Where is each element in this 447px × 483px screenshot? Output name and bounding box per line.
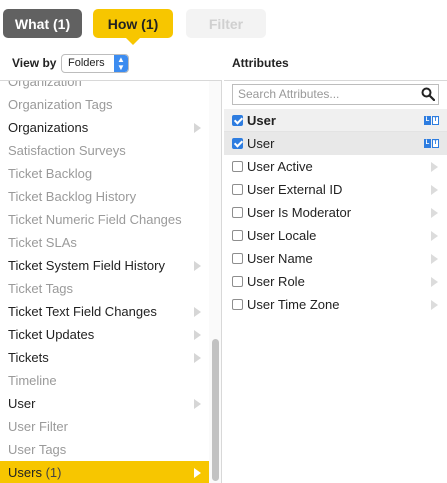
chevron-right-icon[interactable] xyxy=(431,300,438,310)
folder-item-users[interactable]: Users (1) xyxy=(0,461,209,483)
attribute-label: User Active xyxy=(247,159,313,174)
tab-filter[interactable]: Filter xyxy=(186,9,266,38)
attributes-header: Attributes xyxy=(232,56,289,70)
folder-item-label: Satisfaction Surveys xyxy=(8,143,126,158)
folder-item-label: Ticket SLAs xyxy=(8,235,77,250)
attribute-item-user-external-id[interactable]: User External ID xyxy=(224,178,447,201)
folder-item-ticket-backlog[interactable]: Ticket Backlog xyxy=(0,162,209,185)
chevron-right-icon[interactable] xyxy=(431,254,438,264)
attribute-label: User Time Zone xyxy=(247,297,340,312)
chevron-right-icon[interactable] xyxy=(194,330,201,340)
chevron-right-icon[interactable] xyxy=(194,261,201,271)
folder-item-ticket-system-field-history[interactable]: Ticket System Field History xyxy=(0,254,209,277)
chevron-right-icon[interactable] xyxy=(431,231,438,241)
attribute-item-user[interactable]: User L T xyxy=(224,132,447,155)
folder-item-label: User Filter xyxy=(8,419,68,434)
folder-scrollbar-thumb[interactable] xyxy=(212,339,219,481)
attribute-label: User External ID xyxy=(247,182,343,197)
folder-item-tickets[interactable]: Tickets xyxy=(0,346,209,369)
attribute-label: User Name xyxy=(247,251,313,266)
attribute-label: User Role xyxy=(247,274,305,289)
search-attributes-input[interactable]: Search Attributes... xyxy=(232,84,439,105)
search-icon[interactable] xyxy=(421,87,435,101)
folder-item-label: Ticket Text Field Changes xyxy=(8,304,157,319)
folder-item-label: Timeline xyxy=(8,373,57,388)
folder-item-ticket-updates[interactable]: Ticket Updates xyxy=(0,323,209,346)
folder-item-label: User xyxy=(8,396,36,411)
tab-how[interactable]: How (1) xyxy=(93,9,173,38)
attribute-item-user-role[interactable]: User Role xyxy=(224,270,447,293)
view-by-label: View by xyxy=(12,56,57,70)
chevron-right-icon[interactable] xyxy=(194,353,201,363)
folder-item-organizations[interactable]: Organizations xyxy=(0,116,209,139)
tab-what[interactable]: What (1) xyxy=(3,9,82,38)
attribute-checkbox[interactable] xyxy=(232,299,243,310)
attribute-checkbox[interactable] xyxy=(232,276,243,287)
attribute-item-user-is-moderator[interactable]: User Is Moderator xyxy=(224,201,447,224)
label-text-icon: LT xyxy=(424,139,439,148)
folder-item-label: Ticket Tags xyxy=(8,281,74,296)
active-tab-pointer xyxy=(126,38,140,45)
folder-scrollbar[interactable] xyxy=(209,81,221,483)
chevron-right-icon[interactable] xyxy=(431,277,438,287)
folder-item-label: Tickets xyxy=(8,350,49,365)
attribute-checkbox[interactable] xyxy=(232,184,243,195)
attribute-checkbox[interactable] xyxy=(232,138,243,149)
folder-item-user[interactable]: User xyxy=(0,392,209,415)
select-stepper-icon: ▲ ▼ xyxy=(114,55,128,72)
folder-item-timeline[interactable]: Timeline xyxy=(0,369,209,392)
view-by-selected-value: Folders xyxy=(68,57,105,69)
chevron-right-icon[interactable] xyxy=(431,208,438,218)
folder-item-user-tags[interactable]: User Tags xyxy=(0,438,209,461)
folder-list: Organization Organization Tags Organizatio… xyxy=(0,80,222,483)
folder-item-organization-tags[interactable]: Organization Tags xyxy=(0,93,209,116)
chevron-right-icon[interactable] xyxy=(194,123,201,133)
folder-item-label: Ticket Numeric Field Changes xyxy=(8,212,182,227)
chevron-right-icon[interactable] xyxy=(194,307,201,317)
folder-item-user-filter[interactable]: User Filter xyxy=(0,415,209,438)
folder-item-label: Ticket Updates xyxy=(8,327,95,342)
attribute-label: User xyxy=(247,136,275,151)
folder-item-organization[interactable]: Organization xyxy=(0,80,209,93)
label-text-icon: LT xyxy=(424,116,439,125)
folder-item-label: Organizations xyxy=(8,120,89,135)
folder-item-ticket-backlog-history[interactable]: Ticket Backlog History xyxy=(0,185,209,208)
folder-item-satisfaction-surveys[interactable]: Satisfaction Surveys xyxy=(0,139,209,162)
folder-item-ticket-text-field-changes[interactable]: Ticket Text Field Changes xyxy=(0,300,209,323)
folder-item-label: Organization xyxy=(8,80,82,89)
attribute-group-checkbox[interactable] xyxy=(232,115,243,126)
search-placeholder: Search Attributes... xyxy=(238,87,340,101)
attribute-item-user-active[interactable]: User Active xyxy=(224,155,447,178)
chevron-right-icon[interactable] xyxy=(194,399,201,409)
attribute-group-label: User xyxy=(247,113,276,128)
folder-item-label: Ticket Backlog xyxy=(8,166,93,181)
folder-item-label: User Tags xyxy=(8,442,67,457)
folder-item-ticket-slas[interactable]: Ticket SLAs xyxy=(0,231,209,254)
attribute-label: User Locale xyxy=(247,228,317,243)
folder-item-label: Ticket System Field History xyxy=(8,258,165,273)
attribute-label: User Is Moderator xyxy=(247,205,352,220)
attribute-checkbox[interactable] xyxy=(232,230,243,241)
chevron-right-icon[interactable] xyxy=(431,162,438,172)
attribute-checkbox[interactable] xyxy=(232,253,243,264)
attribute-group-user[interactable]: User LT xyxy=(224,109,447,132)
attribute-item-user-time-zone[interactable]: User Time Zone xyxy=(224,293,447,316)
attribute-checkbox[interactable] xyxy=(232,207,243,218)
folder-item-count: (1) xyxy=(45,465,62,480)
folder-item-ticket-tags[interactable]: Ticket Tags xyxy=(0,277,209,300)
chevron-right-icon[interactable] xyxy=(431,185,438,195)
attribute-checkbox[interactable] xyxy=(232,161,243,172)
chevron-right-icon[interactable] xyxy=(194,468,201,478)
folder-item-label: Organization Tags xyxy=(8,97,113,112)
attribute-item-user-locale[interactable]: User Locale xyxy=(224,224,447,247)
attributes-panel: Search Attributes... User LT User L T User … xyxy=(224,80,447,483)
view-by-select[interactable]: Folders ▲ ▼ xyxy=(61,54,129,73)
folder-item-label: Ticket Backlog History xyxy=(8,189,137,204)
attribute-item-user-name[interactable]: User Name xyxy=(224,247,447,270)
folder-item-ticket-numeric-field-changes[interactable]: Ticket Numeric Field Changes xyxy=(0,208,209,231)
folder-item-label: Users xyxy=(8,465,42,480)
